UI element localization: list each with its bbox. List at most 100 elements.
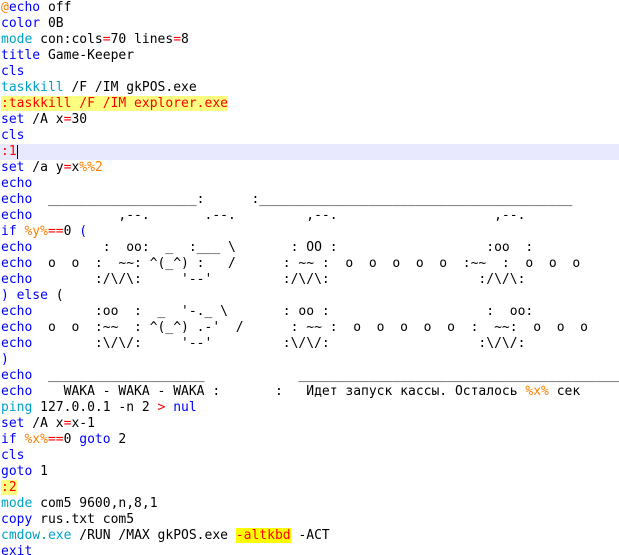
token-kw: cls: [1, 64, 25, 79]
token-text: rus.txt com5: [32, 512, 135, 527]
token-kw: cls: [1, 128, 25, 143]
code-line[interactable]: echo WAKA - WAKA - WAKA : : Идет запуск …: [0, 384, 619, 400]
token-cmd: mode: [1, 32, 33, 47]
token-kw: echo: [1, 240, 33, 255]
token-text: x-1: [71, 416, 95, 431]
code-line[interactable]: echo :oo : _ '-._ \ : oo : : oo:: [0, 304, 619, 320]
token-op: ==: [47, 432, 64, 447]
token-kw: echo: [1, 272, 33, 287]
token-kw: else: [16, 288, 48, 303]
code-line[interactable]: cls: [0, 64, 619, 80]
code-line[interactable]: :1: [0, 144, 619, 160]
token-text: 70 lines: [110, 32, 174, 47]
code-line[interactable]: set /A x=30: [0, 112, 619, 128]
code-line[interactable]: echo ____________________ ______________…: [0, 368, 619, 384]
token-kw: echo: [1, 176, 33, 191]
token-text: :oo : _ '-._ \ : oo : : oo:: [32, 304, 534, 319]
token-text: :\/\/: '--' :\/\/: :\/\/:: [32, 336, 526, 351]
token-text: WAKA - WAKA - WAKA : : Идет запуск кассы…: [32, 384, 526, 399]
code-line[interactable]: mode com5 9600,n,8,1: [0, 496, 619, 512]
code-line[interactable]: taskkill /F /IM gkPOS.exe: [0, 80, 619, 96]
token-kw: echo: [8, 0, 41, 15]
code-line[interactable]: cls: [0, 448, 619, 464]
token-text: com5 9600,n,8,1: [32, 496, 158, 511]
code-line[interactable]: echo ___________________: :_____________…: [0, 192, 619, 208]
code-line[interactable]: title Game-Keeper: [0, 48, 619, 64]
token-text: 127.0.0.1 -n 2: [32, 400, 158, 415]
code-line[interactable]: :2: [0, 480, 619, 496]
token-kw: nul: [173, 400, 197, 415]
token-text: 2: [110, 432, 127, 447]
token-text: /RUN /MAX gkPOS.exe: [71, 528, 236, 543]
token-text: o o : ~~: ^(_^) : / : ~~ : o o o o o :~~…: [32, 256, 581, 271]
token-text: Game-Keeper: [40, 48, 135, 63]
code-line[interactable]: set /A x=x-1: [0, 416, 619, 432]
token-kw: echo: [1, 384, 33, 399]
code-line[interactable]: echo o o : ~~: ^(_^) : / : ~~ : o o o o …: [0, 256, 619, 272]
token-var: %%2: [79, 160, 103, 175]
token-kw: set: [1, 112, 25, 127]
code-line[interactable]: goto 1: [0, 464, 619, 480]
token-kw: cls: [1, 448, 25, 463]
code-line[interactable]: set /a y=x%%2: [0, 160, 619, 176]
token-var: %x%: [24, 432, 48, 447]
token-cmd: cmdow.exe: [1, 528, 72, 543]
code-line[interactable]: echo ,--. .--. ,--. ,--.: [0, 208, 619, 224]
code-line[interactable]: exit: [0, 544, 619, 555]
token-kw: echo: [1, 336, 33, 351]
code-editor[interactable]: @echo off color 0B mode con:cols=70 lines=…: [0, 0, 619, 555]
code-line[interactable]: cmdow.exe /RUN /MAX gkPOS.exe -altkbd -A…: [0, 528, 619, 544]
code-line[interactable]: @echo off: [0, 0, 619, 16]
token-cmd: taskkill: [1, 80, 64, 95]
token-text: /A x: [24, 112, 64, 127]
code-line[interactable]: echo : oo: _ :___ \ : OO : :oo :: [0, 240, 619, 256]
token-var: %x%: [525, 384, 549, 399]
token-kw: echo: [1, 368, 33, 383]
token-kw: set: [1, 160, 25, 175]
code-line[interactable]: ): [0, 352, 619, 368]
code-line[interactable]: if %y%==0 (: [0, 224, 619, 240]
code-line[interactable]: :taskkill /F /IM explorer.exe: [0, 96, 619, 112]
token-text: 0B: [40, 16, 64, 31]
token-text: 8: [181, 32, 189, 47]
token-text: :/\/\: '--' :/\/\: :/\/\:: [32, 272, 526, 287]
code-line[interactable]: echo o o :~~ : ^(_^) .-' / : ~~ : o o o …: [0, 320, 619, 336]
code-line[interactable]: copy rus.txt com5: [0, 512, 619, 528]
token-kw: if: [1, 432, 17, 447]
token-kw: if: [1, 224, 17, 239]
token-cmd: ping: [1, 400, 33, 415]
token-op: =: [173, 32, 182, 47]
token-at: @: [1, 0, 9, 15]
token-label: :taskkill /F /IM explorer.exe: [1, 96, 228, 111]
token-kw: echo: [1, 256, 33, 271]
token-op: -altkbd: [235, 528, 291, 543]
token-text: o o :~~ : ^(_^) .-' / : ~~ : o o o o o :…: [32, 320, 589, 335]
token-kw: echo: [1, 304, 33, 319]
token-text: off: [40, 0, 72, 15]
token-kw: copy: [1, 512, 33, 527]
token-text: 0: [63, 432, 80, 447]
code-line[interactable]: echo :\/\/: '--' :\/\/: :\/\/:: [0, 336, 619, 352]
text-caret: [16, 144, 18, 159]
token-kw: echo: [1, 192, 33, 207]
code-line[interactable]: mode con:cols=70 lines=8: [0, 32, 619, 48]
code-line[interactable]: color 0B: [0, 16, 619, 32]
token-text: ____________________ ___________________…: [32, 368, 619, 383]
code-line[interactable]: cls: [0, 128, 619, 144]
code-line[interactable]: if %x%==0 goto 2: [0, 432, 619, 448]
code-line[interactable]: ) else (: [0, 288, 619, 304]
code-line[interactable]: echo :/\/\: '--' :/\/\: :/\/\:: [0, 272, 619, 288]
token-op: =: [102, 32, 111, 47]
token-text: 1: [32, 464, 48, 479]
token-text: /A x: [24, 416, 64, 431]
token-text: con:cols: [32, 32, 103, 47]
code-line[interactable]: ping 127.0.0.1 -n 2 > nul: [0, 400, 619, 416]
token-kw: ): [1, 288, 9, 303]
token-kw: exit: [1, 544, 33, 555]
token-kw: (: [79, 224, 88, 239]
token-text: 0: [63, 224, 80, 239]
token-kw: ): [1, 352, 9, 367]
token-text: 30: [71, 112, 88, 127]
code-line[interactable]: echo: [0, 176, 619, 192]
token-text: ___________________: :__________________…: [32, 192, 573, 207]
